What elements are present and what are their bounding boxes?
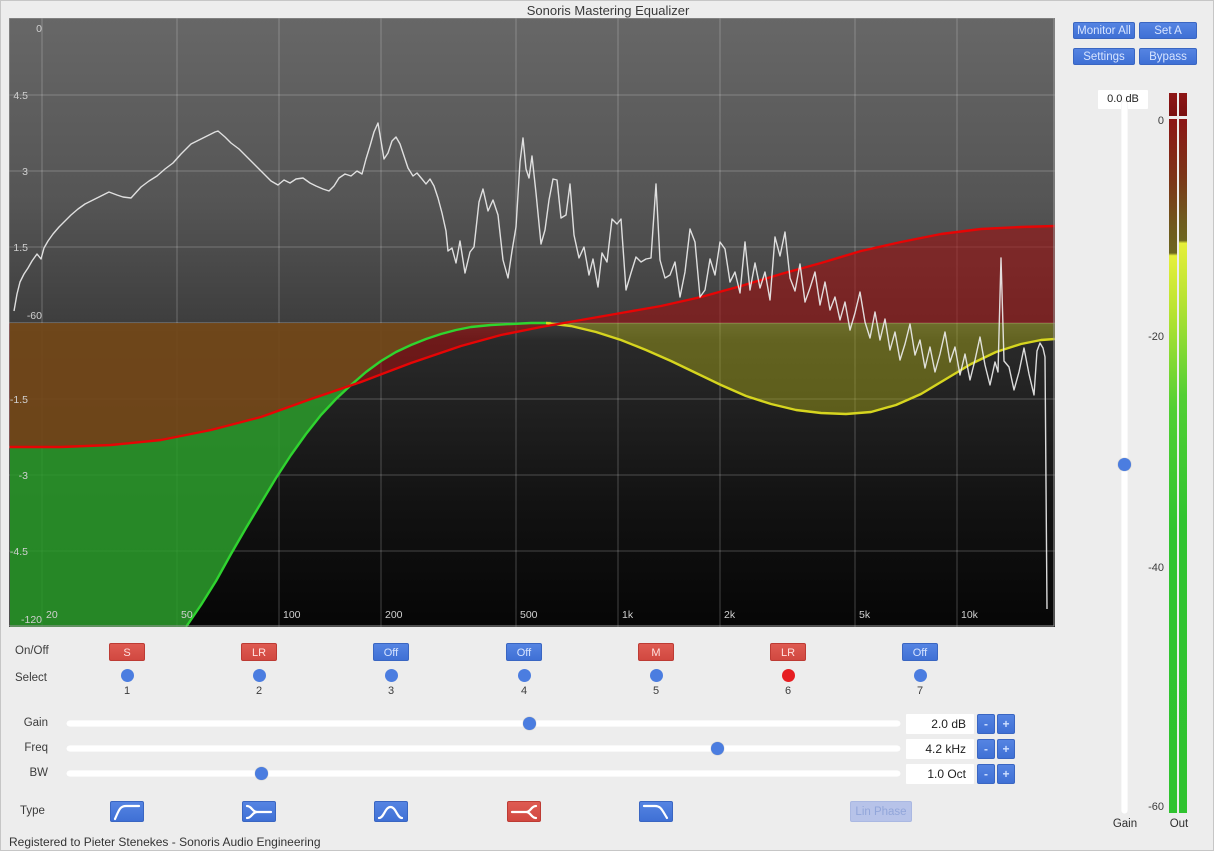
band-5-onoff-button[interactable]: M (638, 643, 674, 661)
band-1-onoff-button[interactable]: S (109, 643, 145, 661)
level-tick-label: -60 (27, 310, 42, 322)
lin-phase-button[interactable]: Lin Phase (850, 801, 912, 822)
bw-slider-label: BW (1, 767, 48, 779)
filter-type-button[interactable] (110, 801, 144, 822)
gain-slider-handle[interactable] (523, 717, 536, 730)
gain-tick-label: -4.5 (10, 546, 28, 558)
select-row-label: Select (15, 672, 47, 684)
gain-tick-label: 4.5 (13, 90, 28, 102)
freq-tick-label: 1k (622, 609, 634, 621)
set-a-button[interactable]: Set A (1139, 22, 1197, 39)
window-title: Sonoris Mastering Equalizer (1, 3, 1214, 18)
level-tick-label: 0 (36, 23, 42, 35)
meter-scale-label: 0 (1132, 115, 1164, 127)
band-2-number-label: 2 (244, 685, 274, 697)
freq-increment-button[interactable]: + (997, 739, 1015, 759)
gain-decrement-button[interactable]: - (977, 714, 995, 734)
output-gain-slider-handle[interactable] (1118, 458, 1131, 471)
gain-tick-label: 3 (22, 166, 28, 178)
freq-tick-label: 2k (724, 609, 736, 621)
band-6-number-label: 6 (773, 685, 803, 697)
output-gain-label: Gain (1103, 818, 1147, 830)
band-3-onoff-button[interactable]: Off (373, 643, 409, 661)
bw-value-box[interactable]: 1.0 Oct (906, 764, 974, 784)
clip-indicator-right[interactable] (1179, 93, 1187, 116)
band-5-select-radio[interactable] (650, 669, 663, 682)
band-7-onoff-button[interactable]: Off (902, 643, 938, 661)
gain-tick-label: 1.5 (13, 242, 28, 254)
gain-slider-track[interactable] (66, 720, 901, 727)
band-3-number-label: 3 (376, 685, 406, 697)
settings-button[interactable]: Settings (1073, 48, 1135, 65)
output-meter-bar-right (1179, 119, 1187, 813)
bell-icon (375, 802, 407, 822)
band-7-number-label: 7 (905, 685, 935, 697)
filter-type-button[interactable] (242, 801, 276, 822)
band-3-select-radio[interactable] (385, 669, 398, 682)
band-2-onoff-button[interactable]: LR (241, 643, 277, 661)
gain-tick-label: -1.5 (10, 394, 28, 406)
freq-slider-label: Freq (1, 742, 48, 754)
freq-value-box[interactable]: 4.2 kHz (906, 739, 974, 759)
meter-scale-label: -60 (1132, 801, 1164, 813)
band-5-number-label: 5 (641, 685, 671, 697)
band-6-onoff-button[interactable]: LR (770, 643, 806, 661)
onoff-row-label: On/Off (15, 645, 49, 657)
type-row-label: Type (20, 805, 45, 817)
bw-increment-button[interactable]: + (997, 764, 1015, 784)
freq-tick-label: 10k (961, 609, 979, 621)
bypass-button[interactable]: Bypass (1139, 48, 1197, 65)
filter-type-button[interactable] (507, 801, 541, 822)
freq-tick-label: 5k (859, 609, 871, 621)
highshelf-icon (508, 802, 540, 822)
band-4-onoff-button[interactable]: Off (506, 643, 542, 661)
band-2-select-radio[interactable] (253, 669, 266, 682)
plugin-window: Sonoris Mastering Equalizer 205010020050… (0, 0, 1214, 851)
monitor-all-button[interactable]: Monitor All (1073, 22, 1135, 39)
freq-slider-handle[interactable] (711, 742, 724, 755)
freq-tick-label: 100 (283, 609, 301, 621)
highpass-icon (111, 802, 143, 822)
freq-tick-label: 50 (181, 609, 193, 621)
band-1-select-radio[interactable] (121, 669, 134, 682)
clip-indicator-left[interactable] (1169, 93, 1177, 116)
band-4-number-label: 4 (509, 685, 539, 697)
freq-tick-label: 200 (385, 609, 403, 621)
freq-decrement-button[interactable]: - (977, 739, 995, 759)
band-4-select-radio[interactable] (518, 669, 531, 682)
band-7-select-radio[interactable] (914, 669, 927, 682)
gain-increment-button[interactable]: + (997, 714, 1015, 734)
gain-value-box[interactable]: 2.0 dB (906, 714, 974, 734)
freq-slider-track[interactable] (66, 745, 901, 752)
band-1-number-label: 1 (112, 685, 142, 697)
bw-slider-handle[interactable] (255, 767, 268, 780)
meter-scale-label: -40 (1132, 562, 1164, 574)
level-tick-label: -120 (21, 614, 42, 626)
gain-slider-label: Gain (1, 717, 48, 729)
lowpass-icon (640, 802, 672, 822)
freq-tick-label: 20 (46, 609, 58, 621)
output-meter-label: Out (1157, 818, 1201, 830)
gain-tick-label: -3 (19, 470, 28, 482)
filter-type-button[interactable] (639, 801, 673, 822)
registration-text: Registered to Pieter Stenekes - Sonoris … (9, 835, 321, 849)
output-meter-bar-left (1169, 119, 1177, 813)
band-6-select-radio[interactable] (782, 669, 795, 682)
bw-slider-track[interactable] (66, 770, 901, 777)
eq-graph[interactable]: 20 50 100 200 500 1k 2k 5k 10k 4.5 3 1.5 -1.5 -3 -4.5 0… (9, 18, 1055, 627)
meter-scale-label: -20 (1132, 331, 1164, 343)
filter-type-button[interactable] (374, 801, 408, 822)
bw-decrement-button[interactable]: - (977, 764, 995, 784)
lowshelf-icon (243, 802, 275, 822)
freq-tick-label: 500 (520, 609, 538, 621)
